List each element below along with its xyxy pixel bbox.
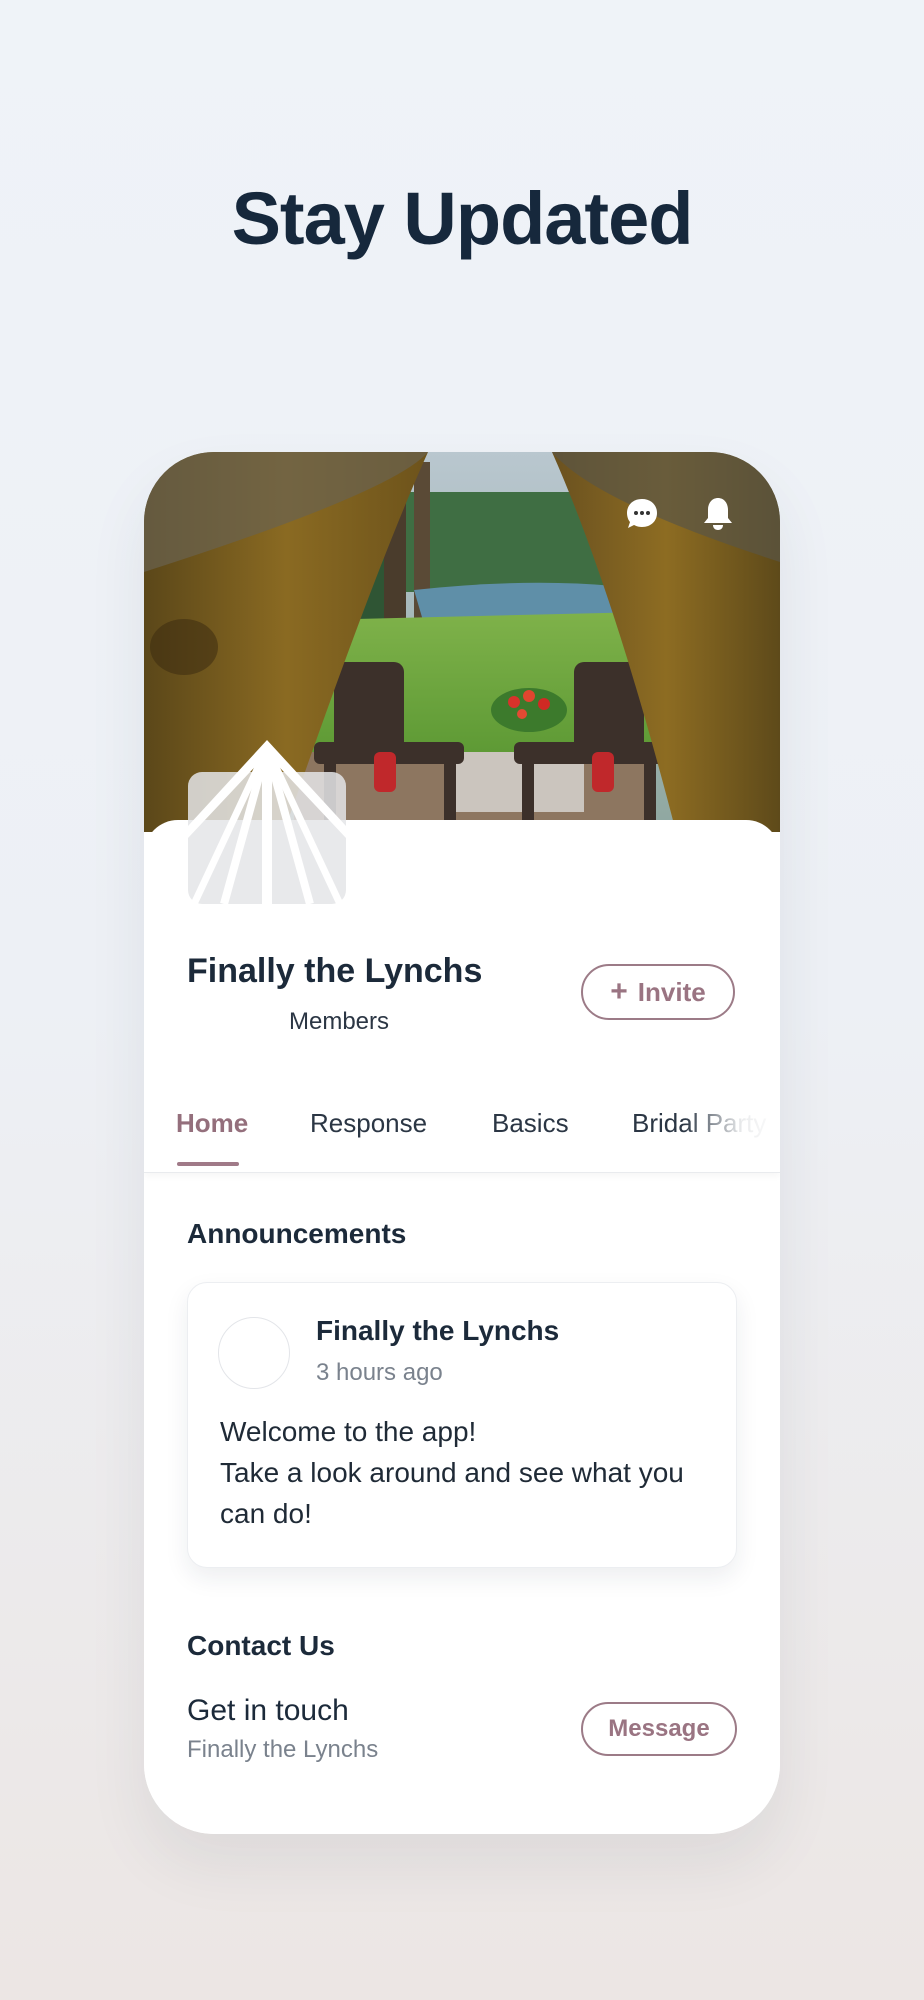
tent-logo xyxy=(184,738,350,908)
group-name: Finally the Lynchs xyxy=(187,952,483,990)
invite-label: Invite xyxy=(637,976,706,1007)
post-body: Welcome to the app! Take a look around a… xyxy=(220,1411,720,1534)
avatar xyxy=(218,1317,290,1389)
tab-response[interactable]: Response xyxy=(310,1108,427,1139)
members-link[interactable]: Members xyxy=(289,1008,389,1036)
announcements-title: Announcements xyxy=(187,1218,407,1249)
contact-title: Contact Us xyxy=(187,1630,335,1661)
active-tab-indicator xyxy=(177,1162,239,1166)
post-author: Finally the Lynchs xyxy=(316,1315,560,1346)
post-body-line: Take a look around and see what you xyxy=(220,1457,684,1488)
headline: Stay Updated xyxy=(231,177,694,260)
app-screen: Finally the Lynchs Members + Invite Home… xyxy=(144,452,780,1834)
post-body-line: can do! xyxy=(220,1498,312,1529)
tab-basics[interactable]: Basics xyxy=(492,1108,569,1139)
post-timestamp: 3 hours ago xyxy=(316,1359,443,1386)
chat-bubble-icon[interactable] xyxy=(622,494,662,534)
tab-scroll-fade xyxy=(684,1102,780,1162)
contact-subtitle: Finally the Lynchs xyxy=(187,1736,379,1763)
announcement-card[interactable]: Finally the Lynchs 3 hours ago Welcome t… xyxy=(187,1282,737,1568)
message-button[interactable]: Message xyxy=(581,1702,737,1756)
bell-icon[interactable] xyxy=(698,494,738,534)
post-body-line: Welcome to the app! xyxy=(220,1416,477,1447)
tab-home[interactable]: Home xyxy=(176,1108,248,1139)
contact-heading: Get in touch xyxy=(187,1694,349,1727)
plus-icon: + xyxy=(610,975,628,1008)
invite-button[interactable]: + Invite xyxy=(581,964,735,1020)
